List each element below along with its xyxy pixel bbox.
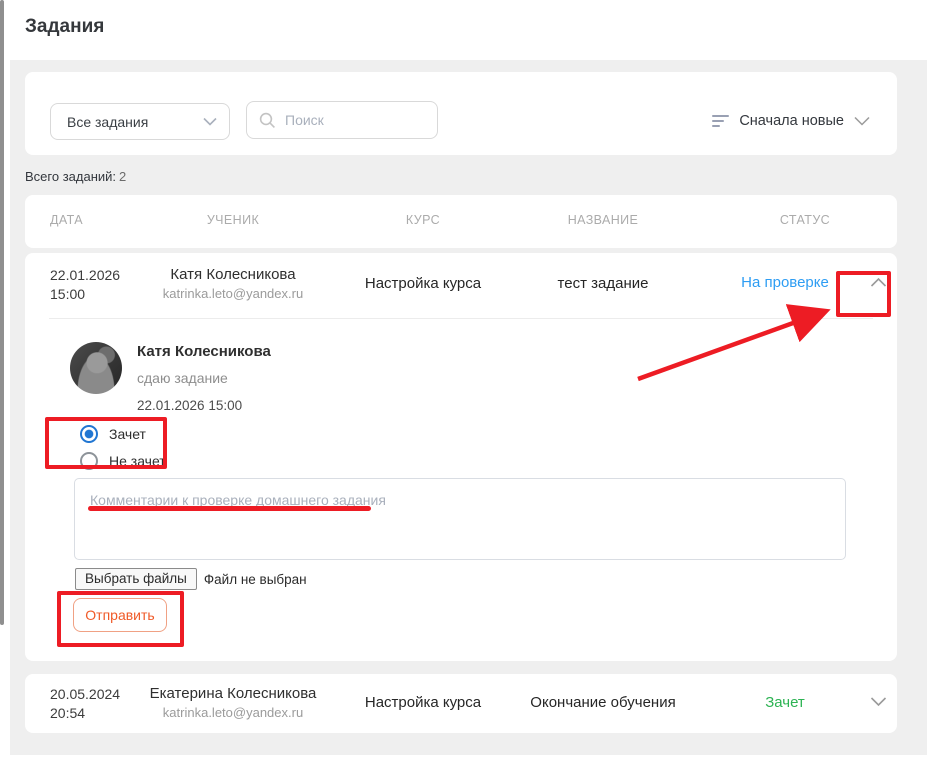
collapse-row-button[interactable]: [870, 277, 887, 288]
choose-files-button[interactable]: Выбрать файлы: [75, 568, 197, 590]
assignments-count-value: 2: [119, 169, 126, 184]
grade-radio-pass[interactable]: [80, 425, 98, 443]
file-status-text: Файл не выбран: [204, 572, 307, 587]
cell-course: Настройка курса: [323, 694, 523, 711]
assignment-filter-dropdown[interactable]: Все задания: [50, 103, 230, 140]
submission-author: Катя Колесникова: [137, 343, 271, 360]
expand-row-button[interactable]: [870, 696, 887, 707]
search-icon: [259, 112, 276, 129]
cell-course: Настройка курса: [323, 275, 523, 292]
assignments-page: Задания Все задания Сначала новые Всего …: [0, 0, 927, 761]
chevron-up-icon: [870, 277, 887, 288]
cell-student: Екатерина Колесникова katrinka.leto@yand…: [113, 685, 353, 720]
column-header-title: НАЗВАНИЕ: [503, 213, 703, 227]
grade-option-pass-label: Зачет: [109, 426, 146, 442]
grade-option-pass[interactable]: Зачет: [80, 425, 166, 443]
grade-radio-group: Зачет Не зачет: [80, 425, 166, 470]
assignment-card-expanded: 22.01.2026 15:00 Катя Колесникова katrin…: [25, 253, 897, 661]
status-badge: Зачет: [705, 694, 865, 711]
column-header-status: СТАТУС: [705, 213, 905, 227]
search-box[interactable]: [246, 101, 438, 139]
avatar: [70, 342, 122, 394]
search-input[interactable]: [285, 112, 415, 128]
vertical-scrollbar[interactable]: [0, 0, 4, 625]
chevron-down-icon: [854, 116, 870, 126]
submit-button[interactable]: Отправить: [73, 598, 167, 632]
content-panel: Все задания Сначала новые Всего заданий:…: [10, 60, 927, 755]
filter-bar: Все задания Сначала новые: [25, 72, 897, 155]
grade-radio-fail[interactable]: [80, 452, 98, 470]
sort-lines-icon: [712, 115, 729, 127]
grade-option-fail-label: Не зачет: [109, 453, 166, 469]
sort-control[interactable]: Сначала новые: [712, 110, 870, 132]
column-header-student: УЧЕНИК: [133, 213, 333, 227]
cell-title: Окончание обучения: [503, 694, 703, 711]
table-header: ДАТА УЧЕНИК КУРС НАЗВАНИЕ СТАТУС: [25, 195, 897, 248]
row-divider: [49, 318, 873, 319]
assignment-card-collapsed[interactable]: 20.05.2024 20:54 Екатерина Колесникова k…: [25, 674, 897, 733]
assignments-count: Всего заданий:2: [25, 169, 126, 184]
submission-message: сдаю задание: [137, 370, 228, 386]
column-header-date: ДАТА: [50, 213, 83, 227]
sort-label: Сначала новые: [739, 113, 844, 129]
file-upload: Выбрать файлы Файл не выбран: [75, 568, 307, 590]
cell-title: тест задание: [503, 275, 703, 292]
submission-timestamp: 22.01.2026 15:00: [137, 398, 242, 413]
column-header-course: КУРС: [323, 213, 523, 227]
cell-student: Катя Колесникова katrinka.leto@yandex.ru: [113, 266, 353, 301]
page-title: Задания: [25, 16, 104, 38]
assignments-count-label: Всего заданий:: [25, 169, 116, 184]
chevron-down-icon: [203, 117, 217, 126]
comment-textarea[interactable]: [74, 478, 846, 560]
grade-option-fail[interactable]: Не зачет: [80, 452, 166, 470]
status-badge: На проверке: [705, 274, 865, 291]
chevron-down-icon: [870, 696, 887, 707]
assignment-filter-value: Все задания: [67, 114, 148, 130]
